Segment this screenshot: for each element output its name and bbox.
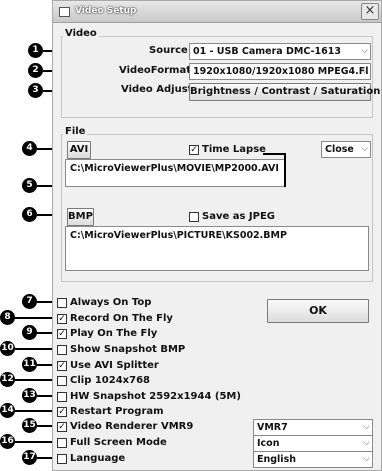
option-checkbox-box[interactable]: ✓ — [57, 421, 67, 432]
language-select-value: English — [257, 454, 296, 465]
option-show-snapshot-bmp[interactable]: Show Snapshot BMP — [57, 344, 185, 355]
option-checkbox-box[interactable]: ✓ — [57, 360, 67, 371]
bmp-button[interactable]: BMP — [67, 208, 94, 226]
video-setup-window: Video Setup × Video Source 01 - USB Came… — [52, 0, 382, 471]
option-checkbox-box[interactable] — [57, 437, 67, 448]
video-format-label: VideoFormat — [119, 65, 191, 76]
option-play-on-the-fly[interactable]: ✓ Play On The Fly — [57, 328, 157, 339]
callout-4: 4 — [22, 141, 37, 156]
window-title: Video Setup — [75, 6, 137, 16]
renderer-select[interactable]: VMR7 ⌵ — [253, 419, 373, 436]
leader-line-12 — [15, 379, 56, 381]
option-language[interactable]: Language — [57, 453, 125, 464]
leader-line-16 — [15, 441, 56, 443]
option-label: Language — [70, 453, 126, 464]
leader-line-8 — [15, 317, 56, 319]
callout-15: 15 — [22, 418, 37, 433]
option-checkbox-box[interactable] — [57, 297, 67, 308]
callout-3: 3 — [28, 83, 43, 98]
callout-1: 1 — [28, 43, 43, 58]
time-lapse-label: Time Lapse — [202, 144, 266, 155]
callout-6: 6 — [22, 207, 37, 222]
option-label: Use AVI Splitter — [70, 360, 159, 371]
option-label: Full Screen Mode — [70, 437, 167, 448]
option-video-renderer-vmr9[interactable]: ✓ Video Renderer VMR9 — [57, 421, 193, 432]
option-checkbox-box[interactable]: ✓ — [57, 313, 67, 324]
close-select[interactable]: Close ⌵ — [321, 141, 371, 158]
video-adjust-label: Video Adjust — [121, 84, 193, 95]
source-label: Source — [149, 45, 188, 56]
full-screen-mode-value: Icon — [257, 438, 280, 449]
callout-8: 8 — [0, 310, 15, 325]
callout-17: 17 — [22, 450, 37, 465]
time-lapse-checkbox-box[interactable]: ✓ — [189, 144, 199, 155]
title-bar[interactable]: Video Setup × — [53, 1, 381, 23]
video-adjust-button[interactable]: Brightness / Contrast / Saturation — [189, 83, 380, 101]
option-label: Clip 1024x768 — [70, 375, 150, 386]
chevron-down-icon: ⌵ — [361, 46, 368, 56]
chevron-down-icon: ⌵ — [363, 422, 370, 432]
ok-button[interactable]: OK — [267, 299, 369, 323]
file-group-label: File — [63, 126, 88, 137]
renderer-select-value: VMR7 — [257, 422, 288, 433]
callout-14: 14 — [0, 403, 15, 418]
time-lapse-checkbox[interactable]: ✓ Time Lapse — [189, 144, 266, 155]
option-checkbox-box[interactable] — [57, 344, 67, 355]
callout-12: 12 — [0, 372, 15, 387]
option-checkbox-box[interactable]: ✓ — [57, 406, 67, 417]
leader-line-5-vertical — [284, 153, 286, 187]
callout-13: 13 — [22, 388, 37, 403]
avi-path-field[interactable]: C:\MicroViewerPlus\MOVIE\MP2000.AVI — [65, 159, 285, 187]
save-as-jpeg-checkbox-box[interactable] — [189, 211, 199, 222]
callout-11: 11 — [22, 357, 37, 372]
callout-16: 16 — [0, 434, 15, 449]
option-record-on-the-fly[interactable]: ✓ Record On The Fly — [57, 313, 173, 324]
option-always-on-top[interactable]: Always On Top — [57, 297, 151, 308]
option-label: Always On Top — [70, 297, 152, 308]
source-value: 01 - USB Camera DMC-1613 — [193, 46, 341, 57]
option-use-avi-splitter[interactable]: ✓ Use AVI Splitter — [57, 360, 159, 371]
close-select-value: Close — [325, 144, 354, 155]
source-select[interactable]: 01 - USB Camera DMC-1613 ⌵ — [189, 43, 371, 60]
option-checkbox-box[interactable] — [57, 375, 67, 386]
option-label: Play On The Fly — [70, 328, 158, 339]
option-full-screen-mode[interactable]: Full Screen Mode — [57, 437, 167, 448]
leader-line-10 — [15, 348, 56, 350]
avi-button[interactable]: AVI — [67, 141, 91, 159]
chevron-down-icon: ⌵ — [363, 438, 370, 448]
video-group-label: Video — [63, 28, 99, 39]
language-select[interactable]: English ⌵ — [253, 451, 373, 468]
callout-2: 2 — [28, 63, 43, 78]
chevron-down-icon: ⌵ — [361, 144, 368, 154]
leader-line-14 — [15, 410, 56, 412]
video-format-value: 1920x1080/1920x1080 MPEG4.Fl — [193, 66, 369, 77]
callout-5: 5 — [22, 178, 37, 193]
option-restart-program[interactable]: ✓ Restart Program — [57, 406, 164, 417]
chevron-down-icon: ⌵ — [361, 66, 368, 76]
option-label: Video Renderer VMR9 — [70, 421, 194, 432]
bmp-path-field[interactable]: C:\MicroViewerPlus\PICTURE\KS002.BMP — [65, 226, 369, 271]
option-label: Show Snapshot BMP — [70, 344, 186, 355]
leader-line-4-horizontal — [263, 153, 285, 155]
option-checkbox-box[interactable] — [57, 391, 67, 402]
callout-9: 9 — [22, 325, 37, 340]
full-screen-mode-select[interactable]: Icon ⌵ — [253, 435, 373, 452]
option-checkbox-box[interactable]: ✓ — [57, 328, 67, 339]
video-format-select[interactable]: 1920x1080/1920x1080 MPEG4.Fl ⌵ — [189, 63, 371, 80]
option-clip-1024x768[interactable]: Clip 1024x768 — [57, 375, 150, 386]
close-button[interactable]: × — [361, 3, 379, 20]
save-as-jpeg-checkbox[interactable]: Save as JPEG — [189, 211, 275, 222]
option-checkbox-box[interactable] — [57, 453, 67, 464]
window-icon — [59, 7, 70, 17]
callout-7: 7 — [22, 294, 37, 309]
save-as-jpeg-label: Save as JPEG — [202, 211, 276, 222]
option-label: HW Snapshot 2592x1944 (5M) — [70, 391, 241, 402]
option-label: Restart Program — [70, 406, 164, 417]
callout-10: 10 — [0, 341, 15, 356]
chevron-down-icon: ⌵ — [363, 454, 370, 464]
option-label: Record On The Fly — [70, 313, 173, 324]
option-hw-snapshot[interactable]: HW Snapshot 2592x1944 (5M) — [57, 391, 241, 402]
